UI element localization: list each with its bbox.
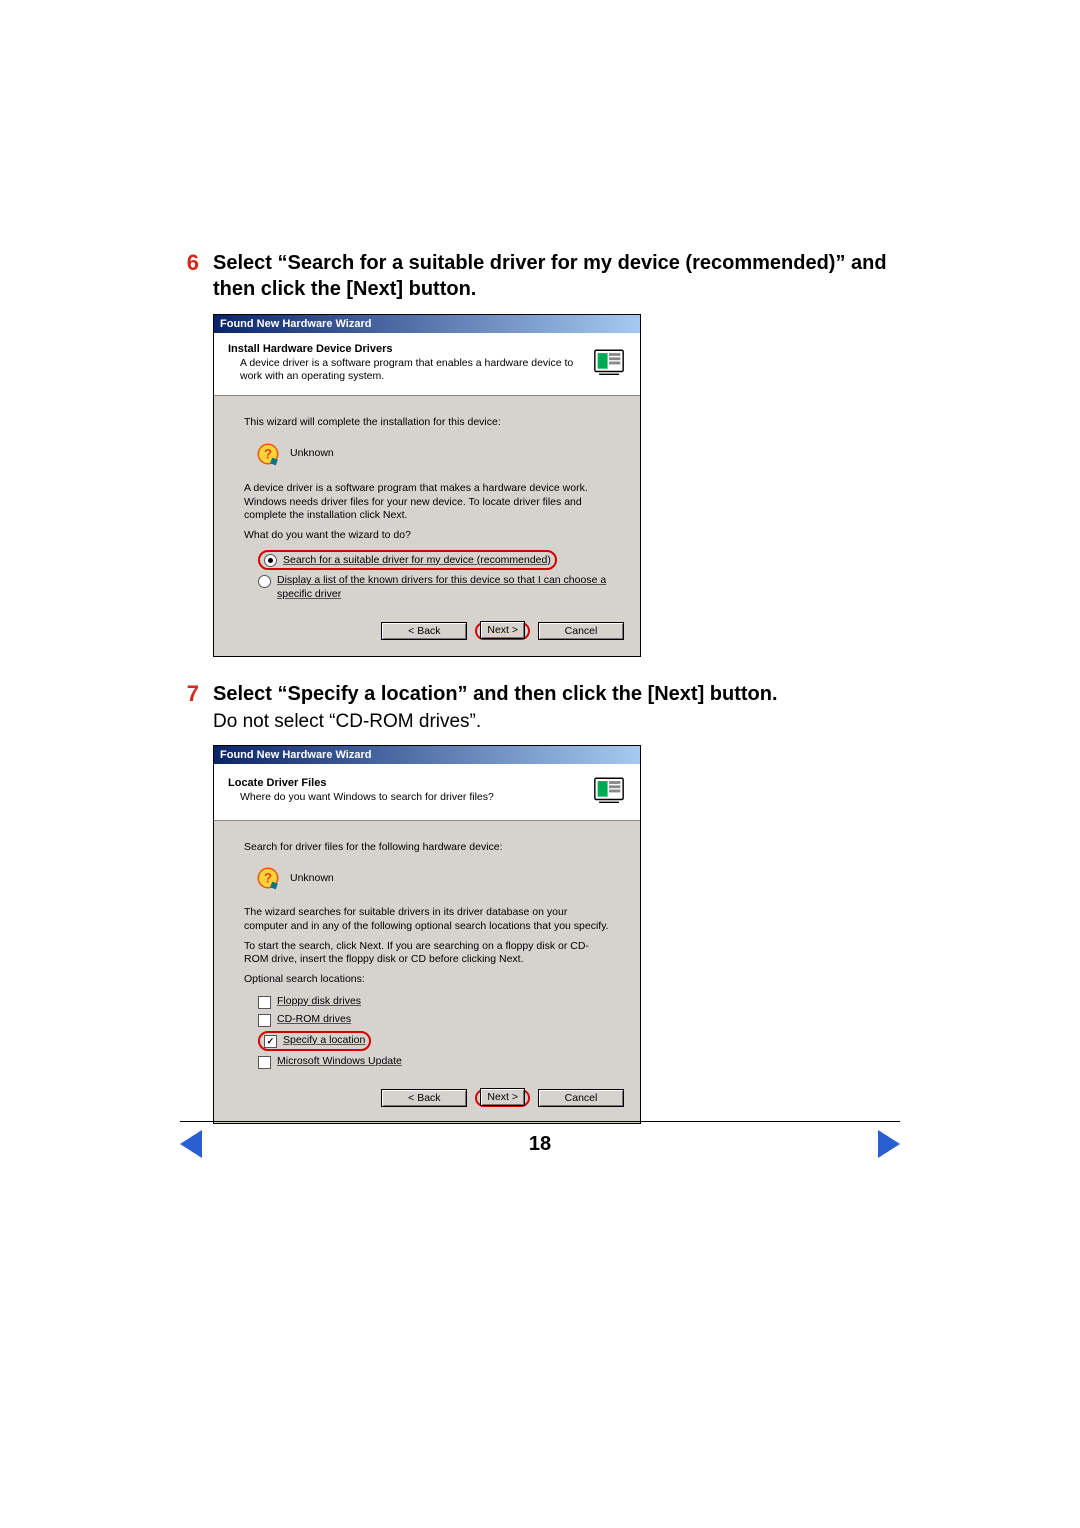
device-name: Unknown: [290, 872, 334, 886]
radio-label: Search for a suitable driver for my devi…: [283, 554, 551, 568]
page-footer: 18: [0, 1121, 1080, 1158]
next-button[interactable]: Next >: [480, 1088, 525, 1106]
unknown-device-icon: [256, 866, 280, 890]
radio-option-display-list[interactable]: Display a list of the known drivers for …: [244, 572, 610, 603]
checkbox-icon: [264, 1035, 277, 1048]
checkbox-label: Floppy disk drives: [277, 995, 361, 1009]
checkbox-label: Microsoft Windows Update: [277, 1055, 402, 1069]
cancel-button[interactable]: Cancel: [538, 622, 624, 640]
dialog-titlebar: Found New Hardware Wizard: [214, 746, 640, 764]
wizard-icon: [592, 346, 626, 380]
checkbox-cdrom[interactable]: CD-ROM drives: [244, 1011, 610, 1029]
radio-label: Display a list of the known drivers for …: [277, 574, 610, 601]
back-button[interactable]: < Back: [381, 622, 467, 640]
checkbox-icon: [258, 1014, 271, 1027]
radio-icon: [264, 554, 277, 567]
options-heading: Optional search locations:: [244, 973, 610, 987]
checkbox-specify-location[interactable]: Specify a location: [244, 1029, 610, 1053]
back-button[interactable]: < Back: [381, 1089, 467, 1107]
checkbox-icon: [258, 996, 271, 1009]
step-6: 6 Select “Search for a suitable driver f…: [155, 250, 925, 302]
next-page-arrow-icon[interactable]: [878, 1130, 900, 1158]
dialog-intro-text: Search for driver files for the followin…: [244, 841, 610, 855]
step-title: Select “Specify a location” and then cli…: [213, 681, 925, 707]
dialog-titlebar: Found New Hardware Wizard: [214, 315, 640, 333]
prev-page-arrow-icon[interactable]: [180, 1130, 202, 1158]
dialog-question: What do you want the wizard to do?: [244, 529, 610, 543]
wizard-dialog-locate-files: Found New Hardware Wizard Locate Driver …: [213, 745, 641, 1124]
checkbox-label: Specify a location: [283, 1034, 365, 1048]
dialog-intro-text: This wizard will complete the installati…: [244, 416, 610, 430]
checkbox-icon: [258, 1056, 271, 1069]
device-name: Unknown: [290, 447, 334, 461]
radio-icon: [258, 575, 271, 588]
dialog-description-2: To start the search, click Next. If you …: [244, 940, 610, 967]
step-title: Select “Search for a suitable driver for…: [213, 250, 925, 302]
unknown-device-icon: [256, 442, 280, 466]
page-content: 6 Select “Search for a suitable driver f…: [0, 0, 1080, 1124]
radio-option-search[interactable]: Search for a suitable driver for my devi…: [244, 548, 610, 572]
step-number: 6: [155, 250, 213, 302]
checkbox-label: CD-ROM drives: [277, 1013, 351, 1027]
wizard-dialog-install-drivers: Found New Hardware Wizard Install Hardwa…: [213, 314, 641, 657]
step-7: 7 Select “Specify a location” and then c…: [155, 681, 925, 733]
dialog-header-subtitle: A device driver is a software program th…: [228, 357, 584, 383]
wizard-icon: [592, 774, 626, 808]
dialog-header-subtitle: Where do you want Windows to search for …: [228, 791, 584, 804]
checkbox-windows-update[interactable]: Microsoft Windows Update: [244, 1053, 610, 1071]
dialog-header-title: Locate Driver Files: [228, 777, 584, 789]
checkbox-floppy[interactable]: Floppy disk drives: [244, 993, 610, 1011]
dialog-header: Locate Driver Files Where do you want Wi…: [214, 764, 640, 821]
step-number: 7: [155, 681, 213, 733]
dialog-header: Install Hardware Device Drivers A device…: [214, 333, 640, 396]
dialog-description: A device driver is a software program th…: [244, 482, 610, 523]
next-button[interactable]: Next >: [480, 621, 525, 639]
dialog-header-title: Install Hardware Device Drivers: [228, 343, 584, 355]
cancel-button[interactable]: Cancel: [538, 1089, 624, 1107]
dialog-description-1: The wizard searches for suitable drivers…: [244, 906, 610, 933]
step-note: Do not select “CD-ROM drives”.: [213, 711, 925, 733]
page-number: 18: [529, 1133, 551, 1156]
